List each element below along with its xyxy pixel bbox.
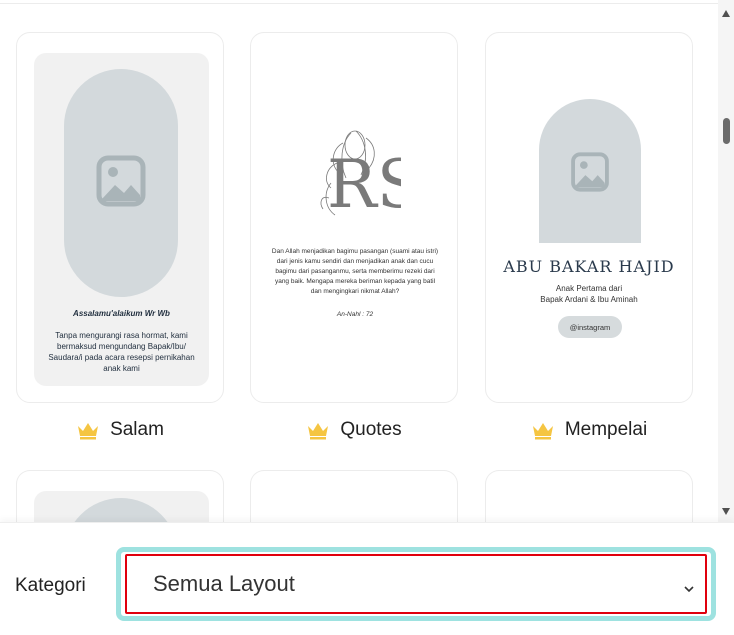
image-placeholder-icon: [96, 155, 146, 207]
preview-quote-source: An-Nahl : 72: [336, 311, 374, 318]
filter-bar: Kategori Semua Layout: [0, 522, 734, 635]
template-label-salam[interactable]: Salam: [16, 419, 224, 441]
scrollbar[interactable]: [718, 0, 734, 522]
preview-parents-line2: Bapak Ardani & Ibu Aminah: [540, 295, 638, 304]
template-card-partial[interactable]: [485, 470, 693, 522]
crown-icon: [308, 423, 329, 440]
preview-instagram-button: @instagram: [558, 316, 622, 338]
category-select-focus-ring: Semua Layout: [116, 547, 716, 621]
scroll-down-arrow-icon[interactable]: [722, 508, 730, 515]
crown-icon: [78, 423, 99, 440]
template-label-quotes[interactable]: Quotes: [250, 419, 458, 441]
preview-quote: Dan Allah menjadikan bagimu pasangan (su…: [271, 248, 439, 295]
template-card-partial[interactable]: [16, 470, 224, 522]
category-select[interactable]: Semua Layout: [125, 554, 707, 614]
monogram-floral-icon: RS: [320, 130, 401, 223]
template-name: Quotes: [340, 419, 402, 440]
preview-greeting: Assalamu'alaikum Wr Wb: [73, 309, 170, 318]
template-card-quotes[interactable]: RS Dan Allah menjadikan bagimu pasangan …: [250, 32, 458, 403]
template-grid: Assalamu'alaikum Wr Wb Tanpa mengurangi …: [0, 0, 718, 522]
template-card-partial[interactable]: [250, 470, 458, 522]
scroll-up-arrow-icon[interactable]: [722, 10, 730, 17]
template-card-salam[interactable]: Assalamu'alaikum Wr Wb Tanpa mengurangi …: [16, 32, 224, 403]
crown-icon: [532, 423, 553, 440]
image-placeholder-icon: [571, 152, 609, 192]
preview-body-text: Tanpa mengurangi rasa hormat, kami berma…: [48, 331, 195, 373]
preview-parents: Anak Pertama dari Bapak Ardani & Ibu Ami…: [486, 283, 692, 305]
svg-text:RS: RS: [327, 146, 401, 223]
template-label-mempelai[interactable]: Mempelai: [485, 419, 693, 441]
preview-parents-line1: Anak Pertama dari: [555, 284, 623, 293]
chevron-down-icon: [684, 586, 694, 593]
template-name: Salam: [110, 419, 164, 440]
scrollbar-thumb[interactable]: [723, 118, 730, 144]
template-name: Mempelai: [564, 419, 648, 440]
category-label: Kategori: [15, 575, 86, 596]
preview-groom-name: ABU BAKAR HAJID: [503, 257, 675, 276]
template-card-mempelai[interactable]: ABU BAKAR HAJID Anak Pertama dari Bapak …: [485, 32, 693, 403]
category-select-value: Semua Layout: [153, 571, 295, 596]
